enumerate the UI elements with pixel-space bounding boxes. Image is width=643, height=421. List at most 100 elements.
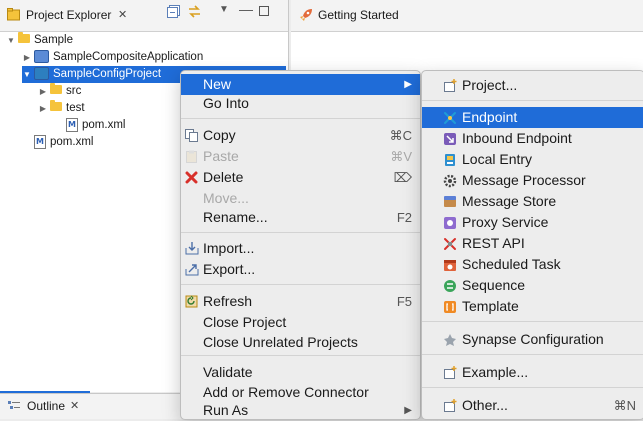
menu-separator	[181, 355, 420, 356]
menu-separator	[422, 387, 643, 388]
menu-item-synapse-configuration[interactable]: Synapse Configuration	[422, 329, 643, 350]
menu-item-delete[interactable]: Delete ⌦	[181, 167, 420, 188]
menu-item-refresh[interactable]: Refresh F5	[181, 291, 420, 312]
endpoint-icon	[442, 110, 457, 125]
composite-project-icon	[34, 50, 49, 64]
delete-icon	[184, 170, 199, 185]
shortcut-label: ⌘C	[389, 128, 412, 143]
scheduled-task-icon	[442, 257, 457, 272]
view-menu-icon[interactable]: ▼	[219, 4, 229, 15]
tree-item-sample[interactable]: ▼ Sample	[0, 32, 288, 49]
menu-item-template[interactable]: Template	[422, 296, 643, 317]
outline-tab[interactable]: Outline ✕	[0, 393, 200, 419]
shortcut-label: ⌦	[393, 170, 412, 185]
menu-item-label: Delete	[203, 169, 244, 185]
menu-item-label: Message Processor	[462, 172, 586, 188]
maven-pom-icon: M	[66, 117, 78, 132]
menu-item-other[interactable]: Other... ⌘N	[422, 395, 643, 416]
proxy-service-icon	[442, 215, 457, 230]
menu-item-label: Export...	[203, 261, 256, 277]
tree-item-label: test	[66, 102, 85, 114]
menu-item-export[interactable]: Export...	[181, 259, 420, 280]
expand-icon[interactable]: ▶	[38, 83, 48, 100]
menu-item-message-processor[interactable]: Message Processor	[422, 170, 643, 191]
menu-item-local-entry[interactable]: Local Entry	[422, 149, 643, 170]
menu-item-label: Paste	[203, 148, 239, 164]
outline-title: Outline	[27, 399, 66, 413]
outline-icon	[8, 400, 20, 415]
menu-item-label: Go Into	[203, 95, 249, 111]
menu-item-sequence[interactable]: Sequence	[422, 275, 643, 296]
menu-item-project[interactable]: Project...	[422, 75, 643, 96]
menu-item-label: Local Entry	[462, 151, 533, 167]
maximize-icon[interactable]	[259, 6, 269, 16]
example-icon	[442, 365, 457, 380]
menu-item-import[interactable]: Import...	[181, 238, 420, 259]
menu-item-label: Close Unrelated Projects	[203, 334, 358, 350]
tree-item-label: src	[66, 85, 82, 97]
getting-started-title: Getting Started	[318, 8, 399, 22]
new-project-icon	[442, 78, 457, 93]
menu-item-label: Synapse Configuration	[462, 331, 604, 347]
menu-item-label: Project...	[462, 77, 518, 93]
menu-item-example[interactable]: Example...	[422, 362, 643, 383]
folder-icon	[50, 100, 62, 114]
tree-item-label: pom.xml	[82, 119, 126, 131]
menu-item-label: Move...	[203, 190, 249, 206]
shortcut-label: F2	[396, 210, 412, 225]
menu-item-rest-api[interactable]: REST API	[422, 233, 643, 254]
menu-separator	[181, 284, 420, 285]
menu-item-label: REST API	[462, 235, 525, 251]
menu-item-proxy-service[interactable]: Proxy Service	[422, 212, 643, 233]
minimize-icon[interactable]: —	[239, 1, 253, 17]
menu-item-label: Example...	[462, 364, 529, 380]
menu-item-close-project[interactable]: Close Project	[181, 312, 420, 333]
close-icon[interactable]: ✕	[118, 8, 127, 21]
new-submenu: Project... Endpoint Inbound Endpoint Local …	[421, 70, 643, 420]
expand-icon[interactable]: ▶	[22, 49, 32, 66]
menu-item-new[interactable]: New ▶	[181, 74, 420, 95]
tree-item-samplecompositeapplication[interactable]: ▶ SampleCompositeApplication	[0, 49, 288, 66]
menu-item-label: Proxy Service	[462, 214, 549, 230]
expand-icon[interactable]: ▶	[38, 100, 48, 117]
menu-separator	[181, 232, 420, 233]
menu-item-scheduled-task[interactable]: Scheduled Task	[422, 254, 643, 275]
menu-item-copy[interactable]: Copy ⌘C	[181, 125, 420, 146]
outline-close-icon[interactable]: ✕	[70, 399, 79, 412]
tree-item-label: pom.xml	[50, 136, 94, 148]
menu-item-close-unrelated-projects[interactable]: Close Unrelated Projects	[181, 332, 420, 353]
menu-separator	[422, 321, 643, 322]
project-explorer-icon	[7, 8, 20, 21]
collapse-all-icon[interactable]	[167, 5, 180, 21]
tree-item-label: SampleCompositeApplication	[53, 51, 204, 63]
collapse-icon[interactable]: ▼	[6, 32, 16, 49]
import-icon	[184, 241, 199, 256]
menu-item-message-store[interactable]: Message Store	[422, 191, 643, 212]
link-with-editor-icon[interactable]	[187, 4, 202, 22]
message-processor-icon	[442, 173, 457, 188]
collapse-icon[interactable]: ▼	[22, 66, 32, 83]
context-menu: New ▶ Go Into Copy ⌘C Paste ⌘V Delete ⌦ Move... Re…	[180, 70, 421, 420]
copy-icon	[184, 128, 199, 143]
shortcut-label: F5	[396, 294, 412, 309]
menu-item-move: Move...	[181, 188, 420, 209]
menu-item-validate[interactable]: Validate	[181, 362, 420, 383]
submenu-arrow-icon: ▶	[404, 79, 412, 90]
config-project-icon	[34, 67, 49, 81]
tree-item-label: SampleConfigProject	[53, 68, 162, 80]
menu-item-go-into[interactable]: Go Into	[181, 93, 420, 114]
menu-item-inbound-endpoint[interactable]: Inbound Endpoint	[422, 128, 643, 149]
menu-item-paste: Paste ⌘V	[181, 146, 420, 167]
project-explorer-tab[interactable]: Project Explorer ✕ ▼ —	[0, 0, 288, 32]
other-icon	[442, 398, 457, 413]
rocket-icon	[299, 8, 313, 25]
shortcut-label: ⌘N	[613, 398, 636, 413]
menu-item-label: New	[203, 76, 232, 92]
local-entry-icon	[442, 152, 457, 167]
getting-started-tab[interactable]: Getting Started	[291, 0, 643, 32]
menu-separator	[422, 354, 643, 355]
menu-item-label: Refresh	[203, 293, 253, 309]
menu-item-rename[interactable]: Rename... F2	[181, 207, 420, 228]
sequence-icon	[442, 278, 457, 293]
menu-item-endpoint[interactable]: Endpoint	[422, 107, 643, 128]
